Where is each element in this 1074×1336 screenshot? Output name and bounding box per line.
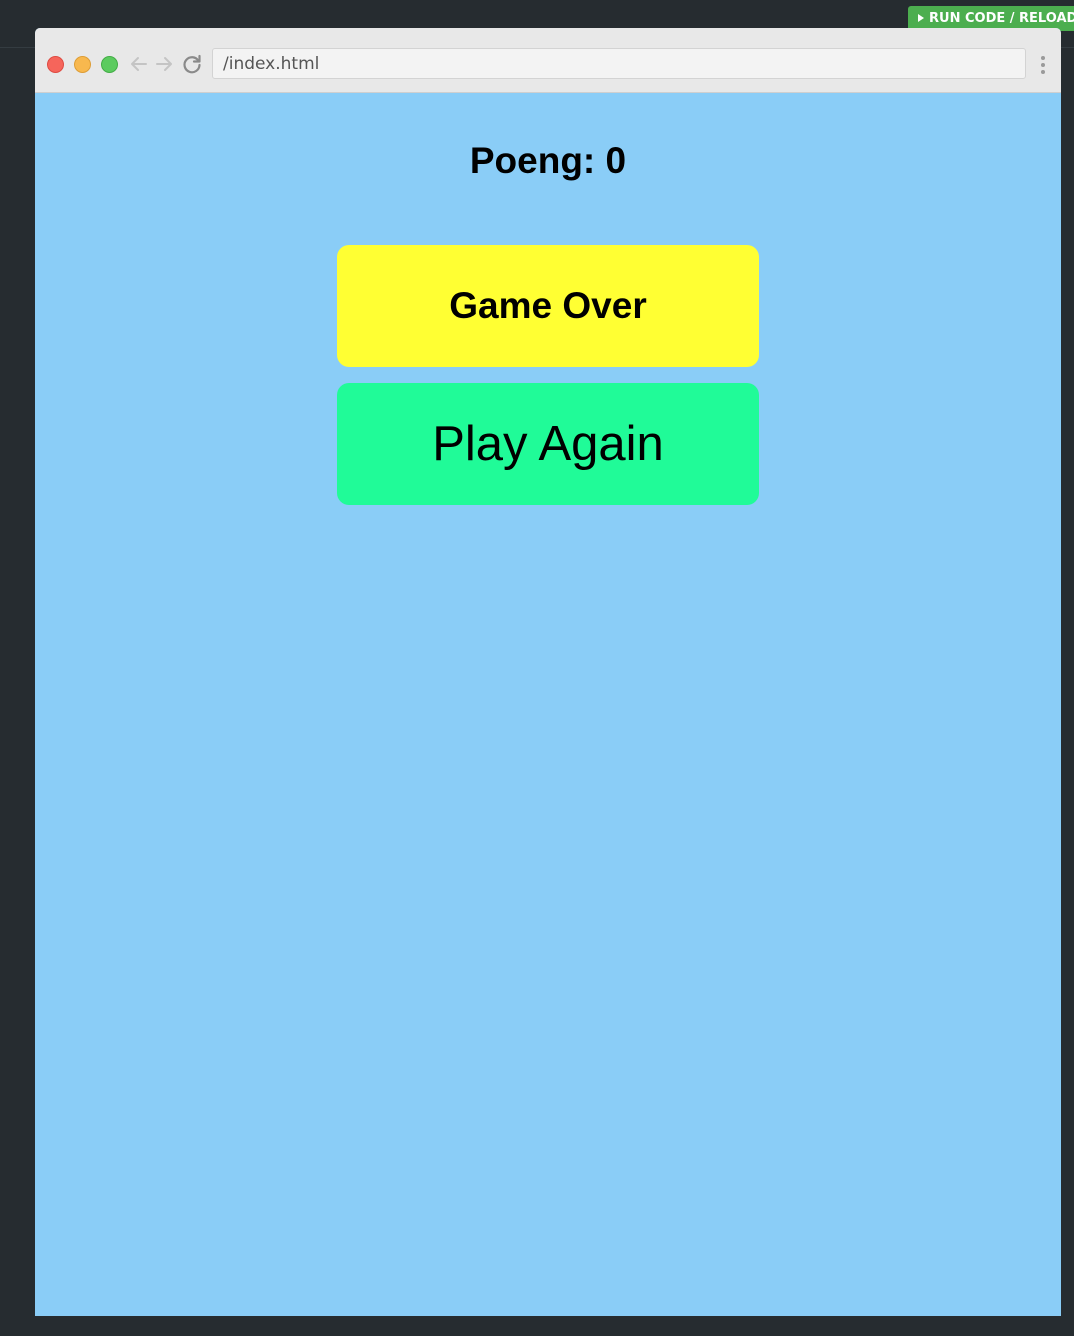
back-arrow-icon[interactable] — [128, 53, 150, 75]
address-bar[interactable]: /index.html — [212, 48, 1026, 79]
play-triangle-icon — [918, 14, 924, 22]
forward-arrow-icon[interactable] — [153, 53, 175, 75]
run-code-reload-label: RUN CODE / RELOAD — [929, 11, 1074, 26]
game-over-banner: Game Over — [337, 245, 759, 367]
close-window-icon[interactable] — [47, 56, 64, 73]
more-vert-icon[interactable] — [1035, 54, 1051, 76]
page-viewport: Poeng: 0 Game Over Play Again — [35, 94, 1061, 1316]
play-again-button[interactable]: Play Again — [337, 383, 759, 505]
browser-toolbar: /index.html — [35, 28, 1061, 93]
reload-icon[interactable] — [181, 53, 203, 75]
score-display: Poeng: 0 — [469, 140, 627, 181]
maximize-window-icon[interactable] — [101, 56, 118, 73]
browser-window: /index.html Poeng: 0 Game Over Play Agai… — [35, 28, 1061, 1316]
minimize-window-icon[interactable] — [74, 56, 91, 73]
